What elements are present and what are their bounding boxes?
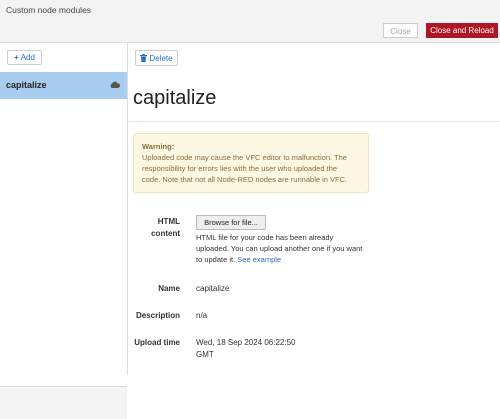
see-example-link[interactable]: See example [237,255,281,264]
window-title: Custom node modules [6,5,92,15]
browse-file-button[interactable]: Browse for file... [196,215,266,230]
delete-button[interactable]: Delete [135,50,178,66]
warning-alert: Warning: Uploaded code may cause the VFC… [133,133,369,193]
window-titlebar: Custom node modules [0,0,500,21]
add-button-label: Add [20,53,35,62]
warning-text-line: responsibility for errors lies with the … [142,164,338,173]
warning-text-line: Uploaded code may cause the VFC editor t… [142,153,347,162]
upload-time-label: Upload time [134,338,180,347]
warning-title: Warning: [142,142,175,151]
html-content-label: HTML content [151,217,180,238]
html-content-help: HTML file for your code has been already… [196,233,363,264]
plus-icon: + [14,53,19,62]
delete-button-label: Delete [149,54,173,63]
trash-icon [140,54,148,62]
module-details-panel: Delete capitalize Warning: Uploaded code… [128,43,500,375]
sidebar: + Add capitalize [0,43,128,419]
name-label: Name [158,284,180,293]
sidebar-item-label: capitalize [6,80,47,90]
add-button[interactable]: + Add [7,50,42,65]
toolbar: Close Close and Reload [0,20,500,43]
divider [128,121,500,122]
description-label: Description [135,311,180,320]
close-and-reload-button[interactable]: Close and Reload [426,23,498,38]
name-value: capitalize [196,284,230,293]
sidebar-item-capitalize[interactable]: capitalize [0,72,127,99]
warning-text-line: code. Note that not all Node-RED nodes a… [142,175,348,184]
upload-time-value: Wed, 18 Sep 2024 06:22:50 GMT [196,338,296,359]
cloud-icon [110,81,120,88]
page-title: capitalize [133,87,217,109]
close-button[interactable]: Close [383,23,418,38]
sidebar-footer [0,386,127,419]
description-value: n/a [196,311,208,320]
